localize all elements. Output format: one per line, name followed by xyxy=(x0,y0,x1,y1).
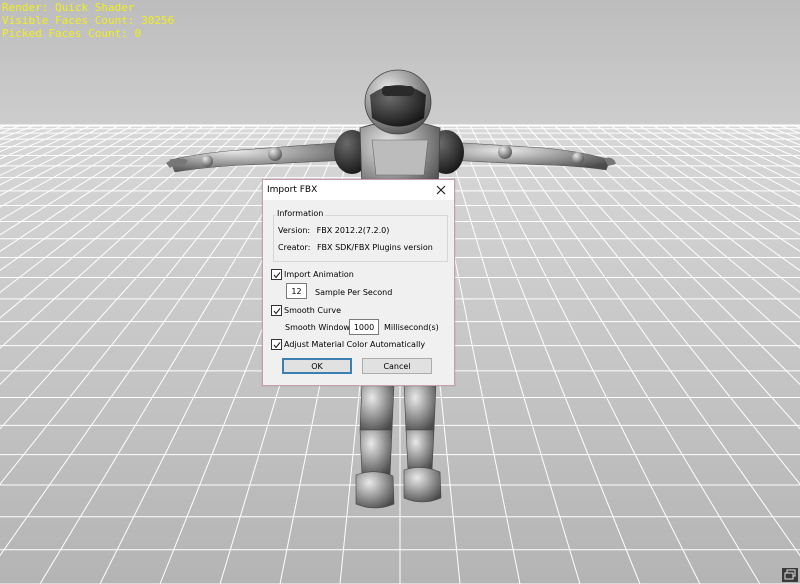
dialog-title: Import FBX xyxy=(267,185,318,195)
close-icon[interactable] xyxy=(434,183,448,197)
adjust-material-color-label: Adjust Material Color Automatically xyxy=(284,340,426,349)
check-icon xyxy=(273,271,280,278)
checkbox-box[interactable] xyxy=(271,269,282,280)
creator-value: FBX SDK/FBX Plugins version xyxy=(316,243,433,252)
information-caption: Information xyxy=(275,209,326,218)
version-label: Version: xyxy=(278,226,311,235)
visible-faces-count: Visible Faces Count: 30256 xyxy=(2,14,175,27)
sample-rate-input[interactable]: 12 xyxy=(286,283,307,299)
creator-row: Creator: FBX SDK/FBX Plugins version xyxy=(278,243,433,252)
dialog-titlebar[interactable]: Import FBX xyxy=(263,180,454,200)
picked-faces-count: Picked Faces Count: 0 xyxy=(2,27,142,40)
smooth-window-input[interactable]: 1000 xyxy=(349,319,379,335)
checkbox-box[interactable] xyxy=(271,305,282,316)
smooth-curve-checkbox[interactable]: Smooth Curve xyxy=(271,305,341,316)
smooth-window-label: Smooth Window: xyxy=(285,323,353,332)
adjust-material-color-checkbox[interactable]: Adjust Material Color Automatically xyxy=(271,339,425,350)
render-mode-label: Render: Quick Shader xyxy=(2,1,135,14)
ok-button[interactable]: OK xyxy=(282,358,352,374)
windows-restore-icon[interactable] xyxy=(782,568,798,582)
information-group xyxy=(273,215,448,262)
version-value: FBX 2012.2(7.2.0) xyxy=(316,226,390,235)
check-icon xyxy=(273,341,280,348)
checkbox-box[interactable] xyxy=(271,339,282,350)
import-animation-label: Import Animation xyxy=(284,270,354,279)
import-animation-checkbox[interactable]: Import Animation xyxy=(271,269,354,280)
check-icon xyxy=(273,307,280,314)
version-row: Version: FBX 2012.2(7.2.0) xyxy=(278,226,389,235)
import-fbx-dialog: Import FBX Information Version: FBX 2012… xyxy=(262,179,455,386)
sample-rate-label: Sample Per Second xyxy=(315,288,393,297)
smooth-curve-label: Smooth Curve xyxy=(284,306,342,315)
cancel-button[interactable]: Cancel xyxy=(362,358,432,374)
viewport-stats: Render: Quick Shader Visible Faces Count… xyxy=(2,1,174,40)
creator-label: Creator: xyxy=(278,243,311,252)
smooth-window-unit: Millisecond(s) xyxy=(384,323,439,332)
